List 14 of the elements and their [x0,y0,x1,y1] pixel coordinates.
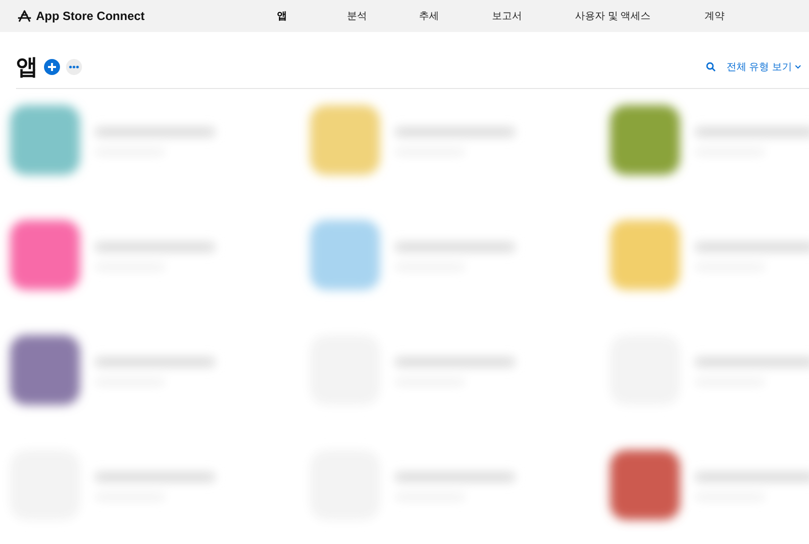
page-title: 앱 [16,53,38,81]
app-store-logo-icon [18,10,31,22]
nav-tab[interactable]: 앱 [277,9,287,23]
nav-tab[interactable]: 분석 [347,9,367,23]
brand-name[interactable]: App Store Connect [36,9,145,23]
nav-tab[interactable]: 보고서 [492,9,522,23]
search-icon[interactable] [706,62,716,72]
more-icon[interactable] [66,59,82,75]
filter-dropdown[interactable]: 전체 유형 보기 [726,60,801,74]
nav-tab[interactable]: 사용자 및 액세스 [575,9,651,23]
add-icon[interactable] [44,59,60,75]
nav-tab[interactable]: 계약 [704,9,725,23]
nav-tab[interactable]: 추세 [419,9,439,23]
chevron-down-icon [795,65,801,69]
